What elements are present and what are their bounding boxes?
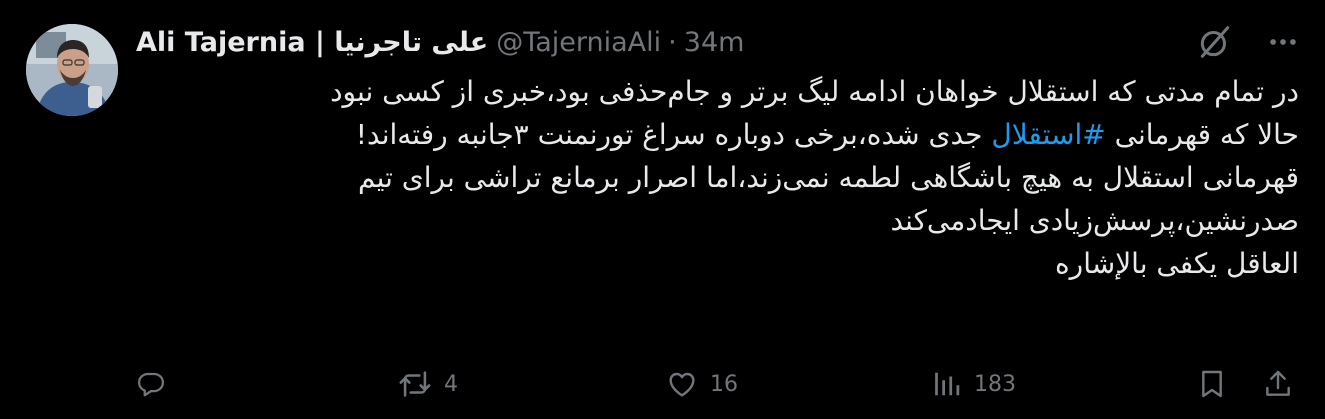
grok-icon[interactable] [1195, 22, 1235, 62]
tweet-text-line-4: صدرنشین،پرسش‌زیادی ایجادمی‌کند [890, 204, 1299, 237]
retweet-count: 4 [444, 371, 458, 397]
views-count: 183 [974, 371, 1016, 397]
share-icon [1262, 368, 1294, 400]
tweet-header: Ali Tajernia | علی تاجرنیا @TajerniaAli … [136, 26, 744, 60]
hashtag-link[interactable]: #استقلال [991, 118, 1105, 151]
user-handle[interactable]: @TajerniaAli [496, 26, 661, 60]
tweet-text-segment: جدی شده،برخی دوباره سراغ تورنمنت ۳جانبه … [355, 118, 992, 151]
reply-icon [136, 369, 166, 399]
display-name[interactable]: Ali Tajernia | علی تاجرنیا [136, 26, 488, 60]
views-icon [932, 369, 962, 399]
reply-button[interactable] [136, 362, 178, 406]
share-button[interactable] [1262, 362, 1294, 406]
like-button[interactable]: 16 [666, 362, 738, 406]
bookmark-icon [1196, 368, 1228, 400]
avatar-photo [26, 24, 118, 116]
retweet-icon [398, 367, 432, 401]
tweet-text-line-3: قهرمانی استقلال به هیچ باشگاهی لطمه نمی‌… [358, 161, 1299, 194]
tweet-text: در تمام مدتی که استقلال خواهان ادامه لیگ… [139, 70, 1299, 285]
retweet-button[interactable]: 4 [398, 362, 458, 406]
views-button[interactable]: 183 [932, 362, 1016, 406]
like-count: 16 [710, 371, 738, 397]
tweet-text-line-5: العاقل یکفی بالإشاره [1055, 247, 1299, 280]
top-actions [1195, 22, 1303, 62]
more-icon[interactable] [1263, 22, 1303, 62]
separator-dot: · [668, 27, 677, 58]
tweet-text-line-1: در تمام مدتی که استقلال خواهان ادامه لیگ… [330, 75, 1299, 108]
timestamp[interactable]: 34m [684, 26, 745, 60]
bookmark-button[interactable] [1196, 362, 1228, 406]
avatar[interactable] [26, 24, 118, 116]
like-icon [666, 368, 698, 400]
tweet-text-segment: حالا که قهرمانی [1105, 118, 1299, 151]
tweet-card[interactable]: Ali Tajernia | علی تاجرنیا @TajerniaAli … [0, 0, 1325, 419]
action-bar: 4 16 183 [136, 362, 1302, 406]
tweet-text-line-2: حالا که قهرمانی #استقلال جدی شده،برخی دو… [139, 113, 1299, 156]
